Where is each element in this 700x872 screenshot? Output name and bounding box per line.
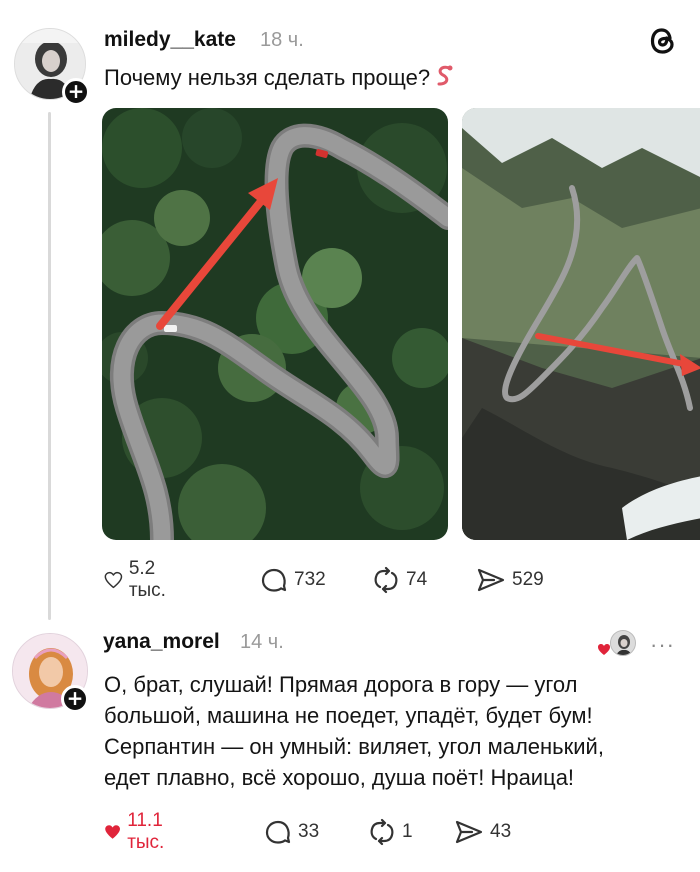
follow-plus-button[interactable]: + [62, 78, 90, 106]
repost-icon [370, 818, 394, 846]
like-button[interactable]: 5.2 тыс. [104, 558, 175, 601]
comment-button[interactable]: 732 [260, 565, 326, 595]
forest-road-photo-icon [102, 108, 448, 540]
post-1: + miledy__kate 18 ч. Почему нельзя сдела… [0, 0, 700, 620]
comment-button[interactable]: 33 [264, 817, 319, 847]
liked-by-author-heart-icon [598, 644, 610, 655]
comment-count: 33 [298, 821, 320, 842]
heart-filled-icon [105, 825, 120, 839]
share-count: 529 [512, 569, 544, 590]
share-send-icon [455, 820, 483, 844]
snake-emoji-icon [437, 65, 453, 86]
thread-line [48, 112, 51, 620]
like-button[interactable]: 11.1 тыс. [104, 810, 175, 853]
more-options-button[interactable]: ··· [650, 632, 675, 658]
post-image-forest-road[interactable] [102, 108, 448, 540]
user-photo-icon [611, 631, 635, 655]
like-count: 11.1 тыс. [127, 810, 165, 853]
post-text-line: О, брат, слушай! Прямая дорога в гору — … [104, 672, 578, 697]
share-send-icon [477, 568, 505, 592]
post-text-line: едет плавно, всё хорошо, душа поёт! Нраи… [104, 765, 575, 790]
mountain-road-photo-icon [462, 108, 700, 540]
repost-icon [374, 566, 398, 594]
comment-count: 732 [294, 569, 326, 590]
post-text-line: Серпантин — он умный: виляет, угол мален… [104, 734, 604, 759]
username[interactable]: yana_morel [103, 630, 220, 654]
share-count: 43 [490, 821, 512, 842]
post-time: 14 ч. [240, 631, 284, 653]
repost-button[interactable]: 74 [372, 565, 427, 595]
post-text-line: большой, машина не поедет, упадёт, будет… [104, 703, 593, 728]
comment-icon [261, 568, 287, 592]
username[interactable]: miledy__kate [104, 28, 236, 52]
share-button[interactable]: 43 [454, 817, 511, 847]
repost-count: 1 [402, 821, 413, 842]
like-count: 5.2 тыс. [128, 558, 166, 601]
liked-by-author-avatar [610, 630, 636, 656]
post-text: Почему нельзя сделать проще? [104, 62, 457, 93]
follow-plus-button[interactable]: + [61, 685, 89, 713]
share-button[interactable]: 529 [476, 565, 544, 595]
post-text: О, брат, слушай! Прямая дорога в гору — … [104, 669, 664, 793]
post-image-mountain-road[interactable] [462, 108, 700, 540]
comment-icon [265, 820, 291, 844]
post-time: 18 ч. [260, 29, 304, 51]
threads-logo-icon[interactable] [646, 24, 680, 58]
repost-button[interactable]: 1 [368, 817, 413, 847]
repost-count: 74 [406, 569, 428, 590]
heart-icon [104, 571, 123, 589]
